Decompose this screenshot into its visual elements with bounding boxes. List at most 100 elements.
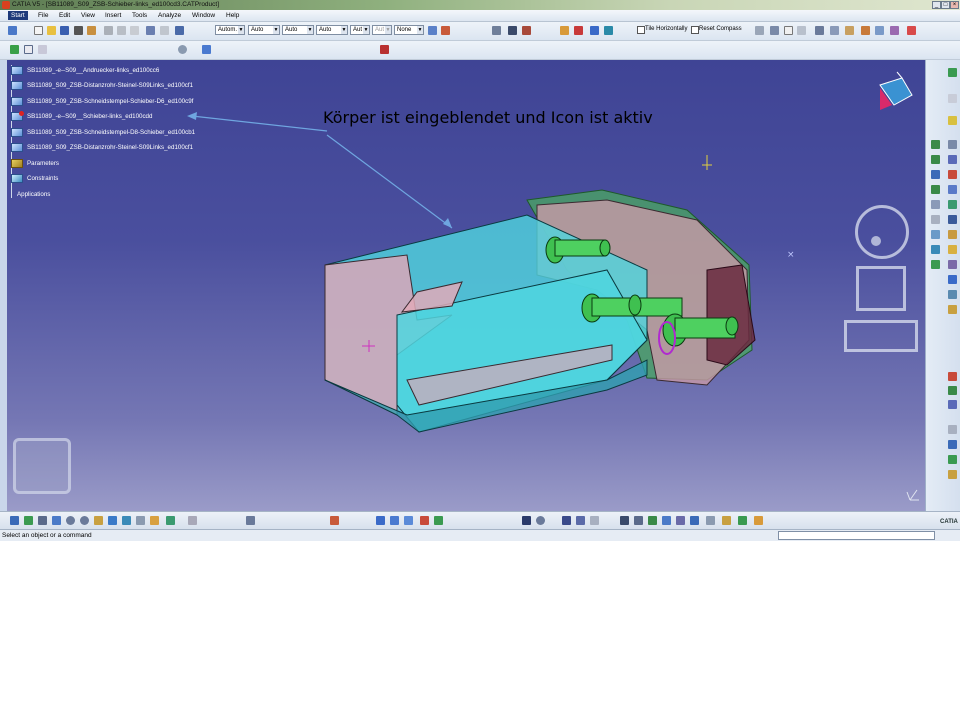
combo-transparency[interactable]: Auto ▼ xyxy=(248,25,280,35)
tool-r14-icon[interactable] xyxy=(948,215,957,224)
constraint-a-icon[interactable] xyxy=(376,516,385,525)
tool-r13-icon[interactable] xyxy=(931,215,940,224)
tools-e-icon[interactable] xyxy=(875,26,884,35)
tool-r8-icon[interactable] xyxy=(948,170,957,179)
tool-r10-icon[interactable] xyxy=(948,185,957,194)
view2-icon[interactable] xyxy=(797,26,806,35)
menu-start[interactable]: Start xyxy=(8,11,28,20)
redo-icon[interactable] xyxy=(160,26,169,35)
tool-r26-icon[interactable] xyxy=(948,400,957,409)
menu-help[interactable]: Help xyxy=(226,11,239,20)
view-c-icon[interactable] xyxy=(706,516,715,525)
tile-horizontally-checkbox[interactable] xyxy=(637,26,645,34)
tool-r2-icon[interactable] xyxy=(948,116,957,125)
tool-r4-icon[interactable] xyxy=(931,140,940,149)
select-icon[interactable] xyxy=(24,45,33,54)
tool-r12-icon[interactable] xyxy=(948,200,957,209)
tool-r20-icon[interactable] xyxy=(948,260,957,269)
maximize-button[interactable]: □ xyxy=(941,1,950,9)
combo-line-type[interactable]: Auto ▼ xyxy=(316,25,348,35)
move-icon[interactable] xyxy=(492,26,501,35)
painter-icon[interactable] xyxy=(428,26,437,35)
menu-window[interactable]: Window xyxy=(192,11,215,20)
axis-icon[interactable] xyxy=(755,26,764,35)
clash-icon[interactable] xyxy=(246,516,255,525)
tools-a-icon[interactable] xyxy=(815,26,824,35)
view-z-icon[interactable] xyxy=(662,516,671,525)
snap-icon[interactable] xyxy=(508,26,517,35)
formula-icon[interactable] xyxy=(522,516,531,525)
pan-icon[interactable] xyxy=(38,516,47,525)
tool-r29-icon[interactable] xyxy=(948,455,957,464)
multi-view-icon[interactable] xyxy=(166,516,175,525)
combo-layer[interactable]: None ▼ xyxy=(394,25,424,35)
comment-icon[interactable] xyxy=(536,516,545,525)
open-icon[interactable] xyxy=(47,26,56,35)
combo-layer-filter[interactable]: Aut ▼ xyxy=(372,25,392,35)
menu-tools[interactable]: Tools xyxy=(132,11,147,20)
tool-r19-icon[interactable] xyxy=(931,260,940,269)
view-y-icon[interactable] xyxy=(648,516,657,525)
tool-r25-icon[interactable] xyxy=(948,386,957,395)
menu-file[interactable]: File xyxy=(38,11,48,20)
normal-view-icon[interactable] xyxy=(94,516,103,525)
tool-r21-icon[interactable] xyxy=(948,275,957,284)
combo-point-type[interactable]: Aut ▼ xyxy=(350,25,370,35)
tool-r7-icon[interactable] xyxy=(931,170,940,179)
properties-icon[interactable] xyxy=(441,26,450,35)
tool-r15-icon[interactable] xyxy=(931,230,940,239)
print-icon[interactable] xyxy=(74,26,83,35)
cut-icon[interactable] xyxy=(104,26,113,35)
swap-space-icon[interactable] xyxy=(150,516,159,525)
brush-icon[interactable] xyxy=(380,45,389,54)
material-icon[interactable] xyxy=(202,45,211,54)
rotate-icon[interactable] xyxy=(52,516,61,525)
update-icon[interactable] xyxy=(178,45,187,54)
iso-view-icon[interactable] xyxy=(108,516,117,525)
tool-r9-icon[interactable] xyxy=(931,185,940,194)
tools-c-icon[interactable] xyxy=(845,26,854,35)
tools-b-icon[interactable] xyxy=(830,26,839,35)
tool-r27-icon[interactable] xyxy=(948,425,957,434)
view-d-icon[interactable] xyxy=(722,516,731,525)
zoom-control[interactable] xyxy=(844,320,918,352)
tool-r3-icon[interactable] xyxy=(948,140,957,149)
constraint-b-icon[interactable] xyxy=(390,516,399,525)
save-icon[interactable] xyxy=(60,26,69,35)
minimize-button[interactable]: _ xyxy=(932,1,941,9)
undo-icon[interactable] xyxy=(146,26,155,35)
tool-r17-icon[interactable] xyxy=(931,245,940,254)
snap-grid-icon[interactable] xyxy=(330,516,339,525)
scene-icon[interactable] xyxy=(620,516,629,525)
combo-line-weight[interactable]: Auto ▼ xyxy=(282,25,314,35)
new-icon[interactable] xyxy=(34,26,43,35)
reset-compass-checkbox[interactable] xyxy=(691,26,699,34)
grid-icon[interactable] xyxy=(770,26,779,35)
view-e-icon[interactable] xyxy=(738,516,747,525)
shading-icon[interactable] xyxy=(122,516,131,525)
catalog-browser-icon[interactable] xyxy=(576,516,585,525)
analysis-icon[interactable] xyxy=(604,26,613,35)
combo-color[interactable]: Autom. ▼ xyxy=(215,25,245,35)
view-x-icon[interactable] xyxy=(634,516,643,525)
3d-viewport[interactable]: SB11089_-e--S09__Andruecker-links_ed100c… xyxy=(7,60,925,511)
knowledge-icon[interactable] xyxy=(574,26,583,35)
pan-control[interactable] xyxy=(856,266,906,311)
tool-r30-icon[interactable] xyxy=(948,470,957,479)
view-a-icon[interactable] xyxy=(676,516,685,525)
table-icon[interactable] xyxy=(590,516,599,525)
constraint-e-icon[interactable] xyxy=(434,516,443,525)
fly-mode-icon[interactable] xyxy=(10,516,19,525)
tools-g-icon[interactable] xyxy=(907,26,916,35)
tool-r16-icon[interactable] xyxy=(948,230,957,239)
zoom-out-icon[interactable] xyxy=(80,516,89,525)
print-setup-icon[interactable] xyxy=(87,26,96,35)
explode-icon[interactable] xyxy=(522,26,531,35)
viewer-thumbnail[interactable] xyxy=(13,438,71,494)
catalog-icon[interactable] xyxy=(560,26,569,35)
menu-analyze[interactable]: Analyze xyxy=(158,11,181,20)
tool-r28-icon[interactable] xyxy=(948,440,957,449)
view-icon[interactable] xyxy=(784,26,793,35)
rotate-control[interactable] xyxy=(855,205,909,259)
menu-insert[interactable]: Insert xyxy=(105,11,121,20)
